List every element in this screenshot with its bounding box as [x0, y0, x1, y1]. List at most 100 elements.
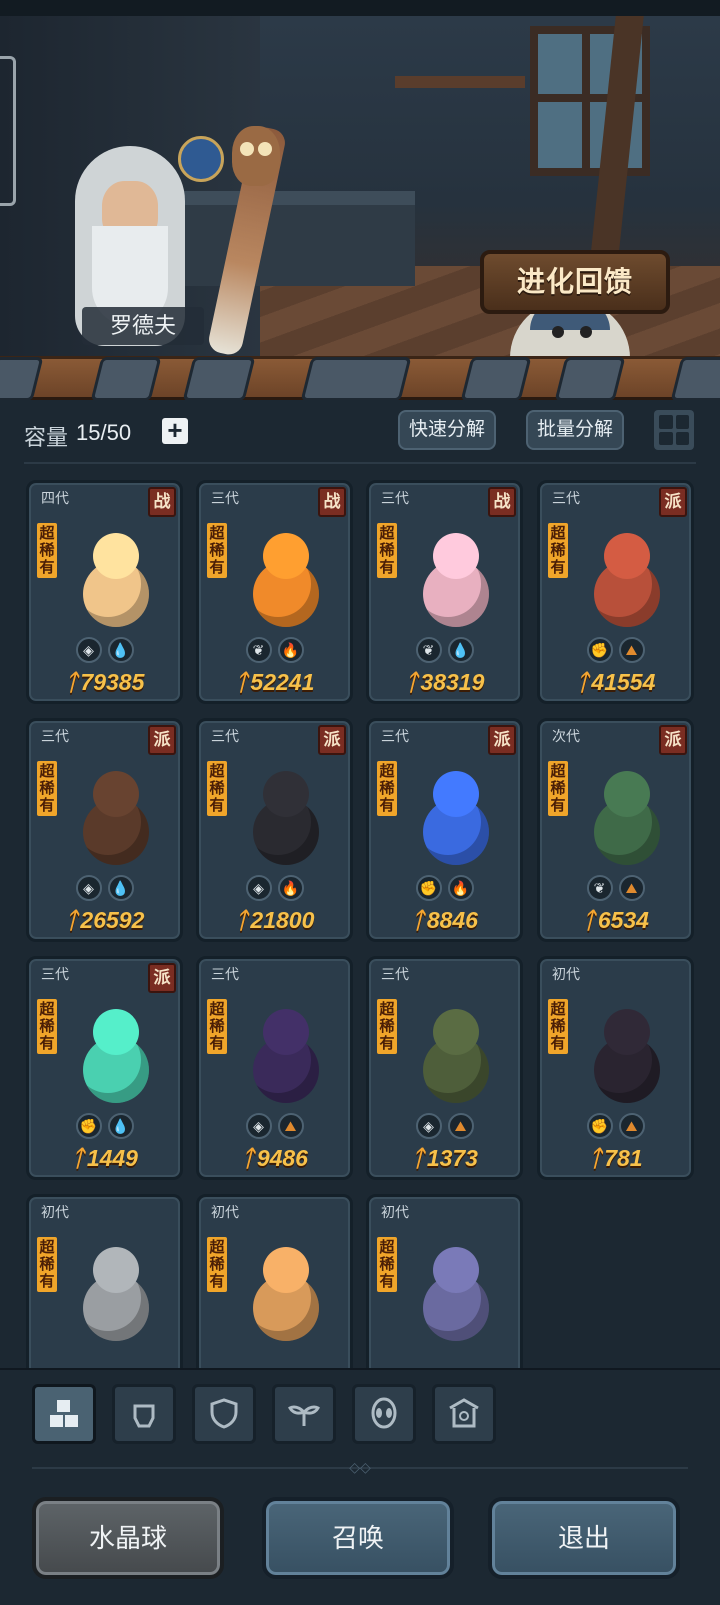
- rarity-tag: 超稀有: [548, 999, 568, 1054]
- exit-button[interactable]: 退出: [488, 1497, 680, 1579]
- power-icon: ᛏ: [64, 907, 79, 933]
- generation-label: 初代: [552, 966, 580, 982]
- creature-portrait: [405, 1235, 505, 1345]
- expand-capacity-button[interactable]: +: [162, 417, 188, 444]
- generation-label: 三代: [552, 490, 580, 506]
- evolution-reward-button[interactable]: 进化回馈: [480, 250, 670, 314]
- power-value: ᛏ52241: [199, 669, 350, 696]
- rarity-tag: 超稀有: [37, 1237, 57, 1292]
- separator: [24, 462, 696, 464]
- power-value: ᛏ8846: [369, 907, 520, 934]
- class-badge: 战: [318, 487, 346, 517]
- drag-handle-icon[interactable]: ◇◇: [344, 1459, 376, 1477]
- creature-portrait: [405, 521, 505, 631]
- creature-portrait: [235, 759, 335, 869]
- rarity-tag: 超稀有: [207, 1237, 227, 1292]
- creature-card[interactable]: 次代 派超稀有 ❦ ⛰ ᛏ6534: [537, 718, 694, 942]
- generation-label: 初代: [41, 1204, 69, 1220]
- earth-icon: ⛰: [447, 1113, 474, 1139]
- creature-portrait: [576, 759, 676, 869]
- power-number: 52241: [250, 669, 315, 695]
- power-number: 8846: [426, 907, 478, 933]
- filter-alien-icon: [371, 1397, 397, 1429]
- filter-tab[interactable]: [272, 1384, 336, 1444]
- power-value: ᛏ21800: [199, 907, 350, 934]
- power-value: ᛏ1373: [369, 1145, 520, 1172]
- power-icon: ᛏ: [241, 1145, 255, 1171]
- creature-card[interactable]: 初代超稀有: [26, 1194, 183, 1368]
- class-badge: 派: [318, 725, 346, 755]
- class-badge: 派: [659, 725, 687, 755]
- creature-card[interactable]: 初代超稀有 ✊ ⛰ ᛏ781: [537, 956, 694, 1180]
- creature-card[interactable]: 三代 派超稀有 ◈ 🔥 ᛏ21800: [196, 718, 353, 942]
- earth-icon: ⛰: [618, 637, 645, 663]
- power-value: ᛏ26592: [29, 907, 180, 934]
- grid-view-icon[interactable]: [654, 410, 694, 450]
- filter-shield-icon: [210, 1398, 238, 1429]
- fist-icon: ✊: [75, 1113, 102, 1139]
- capacity-label: 容量: [24, 425, 69, 450]
- creature-card[interactable]: 三代 战超稀有 ❦ 💧 ᛏ38319: [366, 480, 523, 704]
- attribute-icons: ✊ ⛰: [540, 637, 691, 663]
- power-number: 41554: [591, 669, 656, 695]
- filter-tab[interactable]: [192, 1384, 256, 1444]
- filter-tab[interactable]: [352, 1384, 416, 1444]
- power-icon: ᛏ: [575, 669, 590, 695]
- power-icon: ᛏ: [64, 669, 79, 695]
- rarity-tag: 超稀有: [207, 761, 227, 816]
- rarity-tag: 超稀有: [37, 523, 57, 578]
- side-frame: [0, 56, 16, 206]
- earth-icon: ⛰: [277, 1113, 304, 1139]
- creature-card[interactable]: 四代 战超稀有 ◈ 💧 ᛏ79385: [26, 480, 183, 704]
- creature-card[interactable]: 三代 派超稀有 ✊ 💧 ᛏ1449: [26, 956, 183, 1180]
- creature-card[interactable]: 三代 派超稀有 ◈ 💧 ᛏ26592: [26, 718, 183, 942]
- class-badge: 派: [148, 963, 176, 993]
- water-icon: 💧: [447, 637, 474, 663]
- creature-card[interactable]: 初代超稀有: [366, 1194, 523, 1368]
- earth-icon: ⛰: [618, 1113, 645, 1139]
- creature-card[interactable]: 三代 派超稀有 ✊ 🔥 ᛏ8846: [366, 718, 523, 942]
- filter-tab[interactable]: [112, 1384, 176, 1444]
- earth-icon: ⛰: [618, 875, 645, 901]
- quick-decompose-button[interactable]: 快速分解: [398, 410, 496, 450]
- crystal-ball-button[interactable]: 水晶球: [32, 1497, 224, 1579]
- rarity-tag: 超稀有: [37, 999, 57, 1054]
- fire-icon: 🔥: [277, 875, 304, 901]
- filter-tab[interactable]: [32, 1384, 96, 1444]
- class-badge: 派: [488, 725, 516, 755]
- attribute-icons: ❦ 🔥: [199, 637, 350, 663]
- generation-label: 三代: [381, 490, 409, 506]
- power-number: 26592: [80, 907, 145, 933]
- generation-label: 三代: [381, 728, 409, 744]
- fist-icon: ✊: [586, 637, 613, 663]
- power-icon: ᛏ: [234, 669, 249, 695]
- attribute-icons: ◈ 🔥: [199, 875, 350, 901]
- creature-portrait: [65, 759, 165, 869]
- creature-portrait: [576, 521, 676, 631]
- attribute-icons: ✊ ⛰: [540, 1113, 691, 1139]
- filter-tab[interactable]: [432, 1384, 496, 1444]
- generation-label: 初代: [211, 1204, 239, 1220]
- attribute-icons: ◈ 💧: [29, 875, 180, 901]
- scene-divider: [0, 356, 720, 401]
- status-strip: [0, 0, 720, 16]
- creature-card[interactable]: 三代超稀有 ◈ ⛰ ᛏ1373: [366, 956, 523, 1180]
- power-value: ᛏ38319: [369, 669, 520, 696]
- creature-portrait: [576, 997, 676, 1107]
- attribute-icons: ◈ ⛰: [199, 1113, 350, 1139]
- rarity-tag: 超稀有: [37, 761, 57, 816]
- creature-card[interactable]: 初代超稀有: [196, 1194, 353, 1368]
- attribute-icons: ❦ 💧: [369, 637, 520, 663]
- batch-decompose-button[interactable]: 批量分解: [526, 410, 624, 450]
- class-badge: 派: [659, 487, 687, 517]
- creature-card[interactable]: 三代 战超稀有 ❦ 🔥 ᛏ52241: [196, 480, 353, 704]
- power-number: 9486: [256, 1145, 308, 1171]
- generation-label: 四代: [41, 490, 69, 506]
- fire-icon: 🔥: [277, 637, 304, 663]
- creature-card[interactable]: 三代超稀有 ◈ ⛰ ᛏ9486: [196, 956, 353, 1180]
- shield-icon: ◈: [415, 1113, 442, 1139]
- power-icon: ᛏ: [71, 1145, 85, 1171]
- fist-icon: ✊: [415, 875, 442, 901]
- summon-button[interactable]: 召唤: [262, 1497, 454, 1579]
- creature-card[interactable]: 三代 派超稀有 ✊ ⛰ ᛏ41554: [537, 480, 694, 704]
